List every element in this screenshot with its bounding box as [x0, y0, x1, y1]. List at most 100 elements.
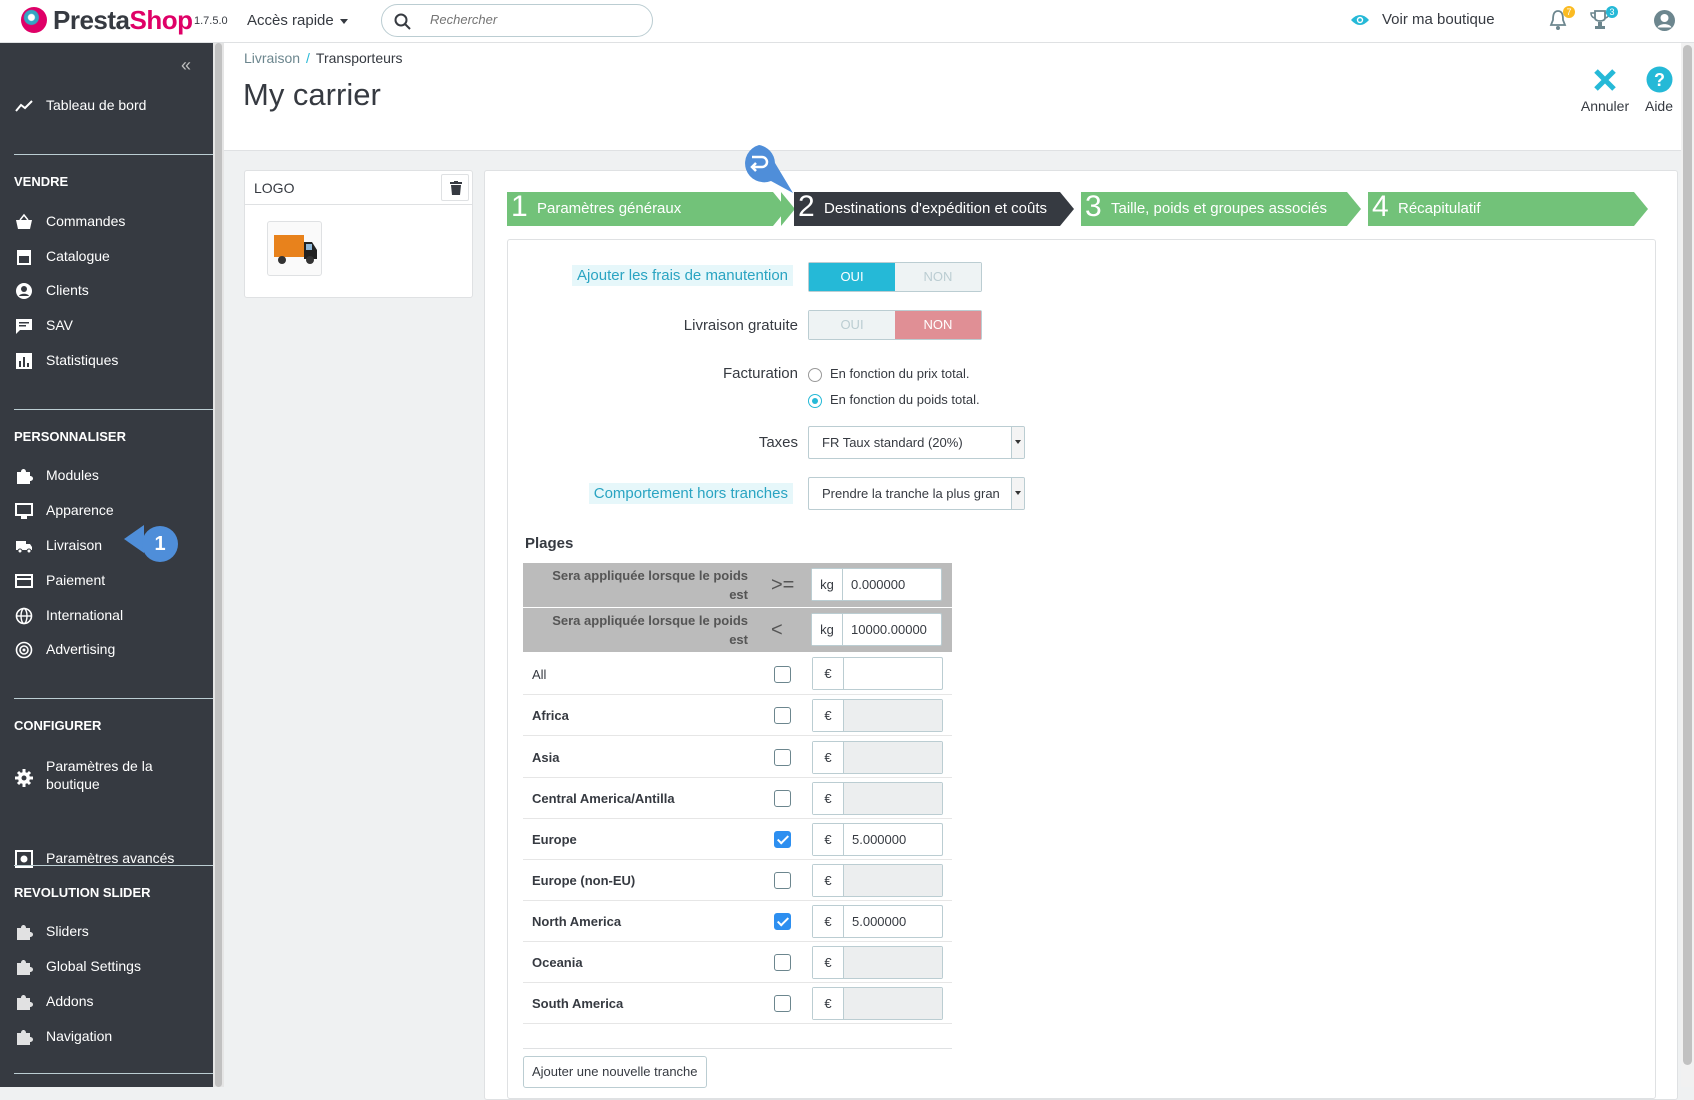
- sidebar-item-customers[interactable]: Clients: [0, 276, 213, 306]
- truck-icon: [16, 541, 32, 554]
- sidebar: « Tableau de bord VENDRE Commandes Catal…: [0, 43, 213, 1087]
- scrollbar-thumb[interactable]: [215, 43, 222, 1087]
- zone-price-input[interactable]: €: [812, 946, 943, 979]
- free-shipping-no-option[interactable]: NON: [895, 311, 981, 339]
- delete-logo-button[interactable]: [441, 174, 469, 201]
- sidebar-item-advanced-parameters[interactable]: Paramètres avancés: [0, 844, 213, 874]
- handling-switch[interactable]: OUI NON: [808, 262, 982, 292]
- sidebar-item-addons[interactable]: Addons: [0, 987, 213, 1017]
- search-input[interactable]: [430, 12, 630, 27]
- divider: [14, 865, 213, 866]
- sidebar-item-sav[interactable]: SAV: [0, 311, 213, 341]
- version-label: 1.7.5.0: [194, 15, 228, 27]
- user-avatar-icon: [1654, 10, 1675, 31]
- quick-access-dropdown[interactable]: Accès rapide: [247, 12, 348, 29]
- section-title-sell: VENDRE: [14, 174, 69, 189]
- gear-icon: [15, 769, 33, 787]
- scrollbar-thumb[interactable]: [1683, 45, 1692, 1065]
- range-from-input[interactable]: kg 0.000000: [811, 568, 942, 601]
- range-to-input[interactable]: kg 10000.00000: [811, 613, 942, 646]
- brand-logo-text[interactable]: PrestaShop: [53, 5, 193, 36]
- zone-price-input[interactable]: €: [812, 864, 943, 897]
- sidebar-item-stats[interactable]: Statistiques: [0, 346, 213, 376]
- trophy-notifications[interactable]: 3: [1590, 6, 1618, 36]
- out-of-range-select[interactable]: Prendre la tranche la plus gran: [808, 477, 1025, 510]
- handling-no-option[interactable]: NON: [895, 263, 981, 291]
- logo-panel-title: LOGO: [254, 180, 295, 196]
- breadcrumb-current: Transporteurs: [315, 50, 403, 66]
- puzzle-icon: [17, 925, 33, 940]
- zone-checkbox-checked[interactable]: [774, 831, 791, 848]
- zone-checkbox[interactable]: [774, 872, 791, 889]
- page-scrollbar[interactable]: [1681, 43, 1694, 1087]
- free-shipping-switch[interactable]: OUI NON: [808, 310, 982, 340]
- sidebar-item-advertising[interactable]: Advertising: [0, 635, 213, 665]
- zone-checkbox-checked[interactable]: [774, 913, 791, 930]
- employee-avatar[interactable]: [1653, 9, 1676, 37]
- trash-icon: [450, 181, 462, 195]
- add-range-button[interactable]: Ajouter une nouvelle tranche: [523, 1056, 707, 1088]
- user-circle-icon: [16, 283, 32, 299]
- puzzle-icon: [17, 469, 33, 484]
- free-shipping-yes-option[interactable]: OUI: [809, 311, 895, 339]
- handling-label: Ajouter les frais de manutention: [570, 265, 793, 286]
- view-shop-link[interactable]: Voir ma boutique: [1351, 11, 1495, 28]
- prestashop-logo-icon[interactable]: [21, 7, 47, 33]
- sidebar-item-dashboard[interactable]: Tableau de bord: [0, 91, 213, 121]
- section-title-customize: PERSONNALISER: [14, 429, 126, 444]
- zone-checkbox[interactable]: [774, 707, 791, 724]
- zone-price-input[interactable]: €5.000000: [812, 823, 943, 856]
- section-title-configure: CONFIGURER: [14, 718, 102, 733]
- sidebar-item-orders[interactable]: Commandes: [0, 207, 213, 237]
- breadcrumb-link[interactable]: Livraison: [244, 50, 300, 66]
- search-box[interactable]: [381, 4, 653, 37]
- sidebar-item-global-settings[interactable]: Global Settings: [0, 952, 213, 982]
- zone-row-north-america: North America €5.000000: [523, 901, 952, 942]
- monitor-icon: [15, 503, 33, 519]
- notifications-bell[interactable]: 7: [1549, 6, 1575, 36]
- zone-price-input[interactable]: €: [812, 741, 943, 774]
- callout-step-badge: 1: [142, 526, 178, 562]
- sidebar-item-sliders[interactable]: Sliders: [0, 917, 213, 947]
- puzzle-icon: [17, 960, 33, 975]
- zone-row-all: All €: [523, 654, 952, 695]
- zone-price-input[interactable]: €: [812, 987, 943, 1020]
- sidebar-item-shipping[interactable]: Livraison: [0, 531, 213, 561]
- taxes-select[interactable]: FR Taux standard (20%): [808, 426, 1025, 459]
- zone-checkbox[interactable]: [774, 954, 791, 971]
- sidebar-item-navigation[interactable]: Navigation: [0, 1022, 213, 1052]
- zone-price-input[interactable]: €: [812, 699, 943, 732]
- zone-price-input[interactable]: €: [812, 657, 943, 690]
- sidebar-scrollbar[interactable]: [213, 43, 224, 1087]
- sidebar-item-payment[interactable]: Paiement: [0, 566, 213, 596]
- select-arrow-icon: [1011, 427, 1024, 458]
- range-to-row: Sera appliquée lorsque le poids est < kg…: [523, 608, 952, 652]
- sidebar-item-appearance[interactable]: Apparence: [0, 496, 213, 526]
- sidebar-item-international[interactable]: International: [0, 601, 213, 631]
- zone-price-input[interactable]: €: [812, 782, 943, 815]
- operator-gte: >=: [771, 574, 795, 596]
- sidebar-item-catalog[interactable]: Catalogue: [0, 242, 213, 272]
- zone-row-south-america: South America €: [523, 983, 952, 1024]
- help-button[interactable]: ? Aide: [1634, 66, 1684, 114]
- basket-icon: [16, 213, 32, 229]
- cancel-button[interactable]: Annuler: [1574, 68, 1636, 114]
- ranges-title: Plages: [525, 535, 574, 552]
- sidebar-item-shop-parameters[interactable]: Paramètres de la boutique: [0, 755, 213, 799]
- zone-price-input[interactable]: €5.000000: [812, 905, 943, 938]
- radio-button[interactable]: [808, 368, 822, 382]
- zone-row-africa: Africa €: [523, 695, 952, 736]
- out-of-range-label: Comportement hors tranches: [570, 483, 793, 504]
- zone-checkbox[interactable]: [774, 666, 791, 683]
- sidebar-item-modules[interactable]: Modules: [0, 461, 213, 491]
- taxes-label: Taxes: [758, 434, 798, 451]
- zone-checkbox[interactable]: [774, 749, 791, 766]
- handling-yes-option[interactable]: OUI: [809, 263, 895, 291]
- collapse-sidebar-icon[interactable]: «: [181, 55, 191, 76]
- zone-checkbox[interactable]: [774, 995, 791, 1012]
- operator-lt: <: [771, 619, 783, 641]
- zone-row-central-america: Central America/Antilla €: [523, 778, 952, 819]
- radio-button-selected[interactable]: [808, 394, 822, 408]
- zone-checkbox[interactable]: [774, 790, 791, 807]
- breadcrumb: Livraison / Transporteurs: [244, 50, 403, 66]
